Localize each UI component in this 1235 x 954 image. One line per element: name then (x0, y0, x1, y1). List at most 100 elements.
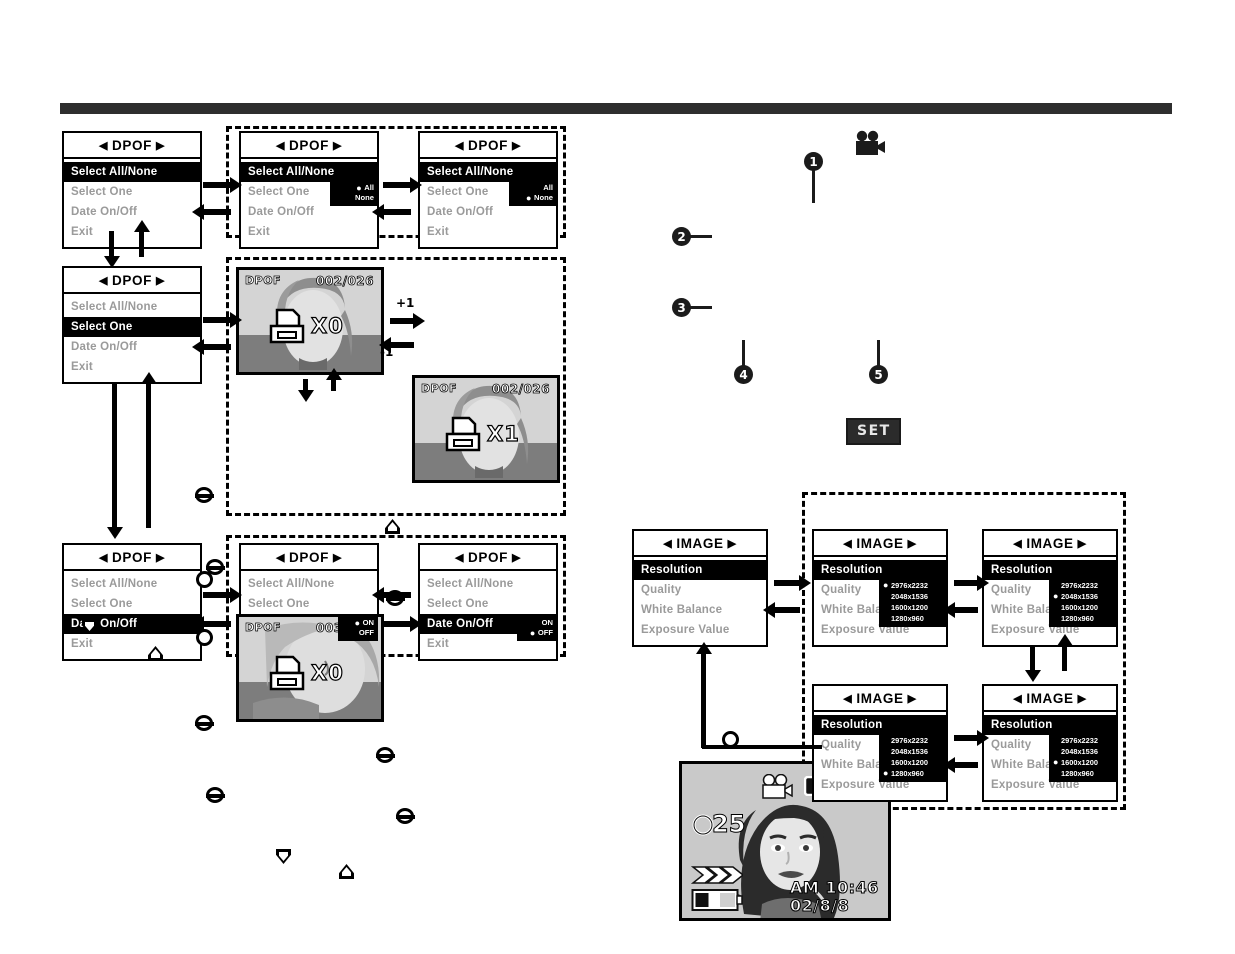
dropdown-option-on[interactable]: ● ON (521, 618, 553, 628)
dropdown-option-all[interactable]: ● All (513, 183, 553, 193)
menu-item-select-all-none[interactable]: Select All/None (63, 162, 201, 182)
menu-item-exit[interactable]: Exit (64, 634, 200, 654)
dpof-panel-main-date-on-off[interactable]: ◀ DPOF ▶ Select All/None Select One Date… (62, 543, 202, 661)
left-arrow-icon[interactable]: ◀ (99, 274, 108, 287)
dropdown-option-off[interactable]: ● OFF (521, 628, 553, 638)
menu-item-select-all-none[interactable]: Select All/None (241, 574, 377, 594)
menu-item-white-balance[interactable]: White Balance (634, 600, 766, 620)
menu-item-exit[interactable]: Exit (64, 222, 200, 242)
resolution-dropdown[interactable]: ● 2976x2232 ● 2048x1536 ● 1600x1200 ● 12… (1049, 733, 1117, 782)
image-panel-resolution-1280[interactable]: ◀ IMAGE ▶ Resolution Quality White Balan… (812, 684, 948, 802)
resolution-option-1280[interactable]: ● 1280x960 (1053, 613, 1113, 624)
resolution-dropdown[interactable]: ● 2976x2232 ● 2048x1536 ● 1600x1200 ● 12… (1049, 578, 1117, 627)
image-panel-resolution-1600[interactable]: ◀ IMAGE ▶ Resolution Quality White Balan… (982, 684, 1118, 802)
zoom-button-icon[interactable] (375, 747, 395, 763)
right-arrow-icon[interactable]: ▶ (1078, 537, 1087, 550)
right-arrow-icon[interactable]: ▶ (156, 551, 165, 564)
resolution-option-2976[interactable]: ● 2976x2232 (1053, 735, 1113, 746)
right-arrow-icon[interactable]: ▶ (908, 692, 917, 705)
menu-item-resolution[interactable]: Resolution (813, 560, 947, 580)
menu-item-exit[interactable]: Exit (241, 222, 377, 242)
menu-item-select-one[interactable]: Select One (64, 182, 200, 202)
menu-button-icon[interactable] (196, 571, 213, 588)
image-panel-main[interactable]: ◀ IMAGE ▶ Resolution Quality White Balan… (632, 529, 768, 647)
menu-item-exit[interactable]: Exit (420, 222, 556, 242)
resolution-dropdown[interactable]: ● 2976x2232 ● 2048x1536 ● 1600x1200 ● 12… (879, 578, 947, 627)
select-all-none-dropdown[interactable]: ● All ● None (330, 181, 378, 206)
menu-item-resolution[interactable]: Resolution (633, 560, 767, 580)
resolution-option-2048[interactable]: ● 2048x1536 (883, 746, 943, 757)
menu-item-exposure-value[interactable]: Exposure Value (634, 620, 766, 640)
left-arrow-icon[interactable]: ◀ (1013, 537, 1022, 550)
left-arrow-icon[interactable]: ◀ (1013, 692, 1022, 705)
set-button-badge[interactable]: SET (846, 418, 901, 445)
menu-item-resolution[interactable]: Resolution (983, 715, 1117, 735)
up-button-icon[interactable] (385, 519, 400, 534)
date-on-off-dropdown[interactable]: ● ON ● OFF (517, 616, 557, 641)
menu-item-select-all-none[interactable]: Select All/None (64, 574, 200, 594)
dropdown-option-all[interactable]: ● All (334, 183, 374, 193)
menu-item-select-one[interactable]: Select One (420, 594, 556, 614)
dropdown-option-off[interactable]: ● OFF (342, 628, 374, 638)
dpof-thumbnail-002-x1[interactable]: DPOF 002/026 X1 (412, 375, 560, 483)
resolution-option-2048[interactable]: ● 2048x1536 (1053, 746, 1113, 757)
menu-item-select-one[interactable]: Select One (63, 317, 201, 337)
date-on-off-dropdown[interactable]: ● ON ● OFF (338, 616, 378, 641)
left-arrow-icon[interactable]: ◀ (276, 139, 285, 152)
resolution-option-1600[interactable]: ● 1600x1200 (883, 757, 943, 768)
right-arrow-icon[interactable]: ▶ (333, 139, 342, 152)
menu-item-select-all-none[interactable]: Select All/None (64, 297, 200, 317)
dpof-panel-select-all-option-none[interactable]: ◀ DPOF ▶ Select All/None Select One Date… (418, 131, 558, 249)
left-arrow-icon[interactable]: ◀ (99, 551, 108, 564)
menu-button-icon[interactable] (196, 629, 213, 646)
menu-button-icon[interactable] (205, 787, 225, 803)
left-arrow-icon[interactable]: ◀ (99, 139, 108, 152)
right-arrow-icon[interactable]: ▶ (908, 537, 917, 550)
resolution-option-1280[interactable]: ● 1280x960 (883, 613, 943, 624)
right-arrow-icon[interactable]: ▶ (333, 551, 342, 564)
resolution-option-1280[interactable]: ● 1280x960 (1053, 768, 1113, 779)
dpof-panel-date-off[interactable]: ◀ DPOF ▶ Select All/None Select One Date… (418, 543, 558, 661)
menu-item-resolution[interactable]: Resolution (983, 560, 1117, 580)
left-arrow-icon[interactable]: ◀ (455, 551, 464, 564)
up-button-icon[interactable] (339, 864, 354, 879)
menu-item-quality[interactable]: Quality (634, 580, 766, 600)
menu-item-select-all-none[interactable]: Select All/None (420, 574, 556, 594)
menu-button-icon[interactable] (194, 715, 214, 731)
left-arrow-icon[interactable]: ◀ (663, 537, 672, 550)
menu-item-select-all-none[interactable]: Select All/None (240, 162, 378, 182)
menu-item-select-all-none[interactable]: Select All/None (419, 162, 557, 182)
menu-button-icon[interactable] (722, 731, 739, 748)
resolution-option-1600[interactable]: ● 1600x1200 (1053, 602, 1113, 613)
menu-button-icon[interactable] (194, 487, 214, 503)
resolution-option-1600[interactable]: ● 1600x1200 (883, 602, 943, 613)
left-arrow-icon[interactable]: ◀ (843, 692, 852, 705)
image-panel-resolution-2048[interactable]: ◀ IMAGE ▶ Resolution Quality White Balan… (982, 529, 1118, 647)
right-arrow-icon[interactable]: ▶ (156, 274, 165, 287)
menu-item-select-one[interactable]: Select One (64, 594, 200, 614)
resolution-option-1600[interactable]: ● 1600x1200 (1053, 757, 1113, 768)
resolution-option-2976[interactable]: ● 2976x2232 (1053, 580, 1113, 591)
left-arrow-icon[interactable]: ◀ (843, 537, 852, 550)
right-arrow-icon[interactable]: ▶ (512, 551, 521, 564)
left-arrow-icon[interactable]: ◀ (276, 551, 285, 564)
resolution-option-2048[interactable]: ● 2048x1536 (883, 591, 943, 602)
down-button-icon[interactable] (276, 849, 291, 864)
zoom-button-icon[interactable] (395, 808, 415, 824)
resolution-option-1280[interactable]: ● 1280x960 (883, 768, 943, 779)
dropdown-option-none[interactable]: ● None (334, 193, 374, 203)
dpof-thumbnail-002-x0[interactable]: DPOF 002/026 X0 (236, 267, 384, 375)
select-all-none-dropdown[interactable]: ● All ● None (509, 181, 557, 206)
right-arrow-icon[interactable]: ▶ (156, 139, 165, 152)
menu-item-date-on-off[interactable]: Date On/Off (64, 337, 200, 357)
menu-item-select-one[interactable]: Select One (241, 594, 377, 614)
image-panel-resolution-2976[interactable]: ◀ IMAGE ▶ Resolution Quality White Balan… (812, 529, 948, 647)
left-arrow-icon[interactable]: ◀ (455, 139, 464, 152)
resolution-option-2976[interactable]: ● 2976x2232 (883, 735, 943, 746)
resolution-dropdown[interactable]: ● 2976x2232 ● 2048x1536 ● 1600x1200 ● 12… (879, 733, 947, 782)
dropdown-option-on[interactable]: ● ON (342, 618, 374, 628)
right-arrow-icon[interactable]: ▶ (1078, 692, 1087, 705)
menu-item-date-on-off[interactable]: Date On/Off (64, 202, 200, 222)
resolution-option-2976[interactable]: ● 2976x2232 (883, 580, 943, 591)
menu-item-exit[interactable]: Exit (64, 357, 200, 377)
